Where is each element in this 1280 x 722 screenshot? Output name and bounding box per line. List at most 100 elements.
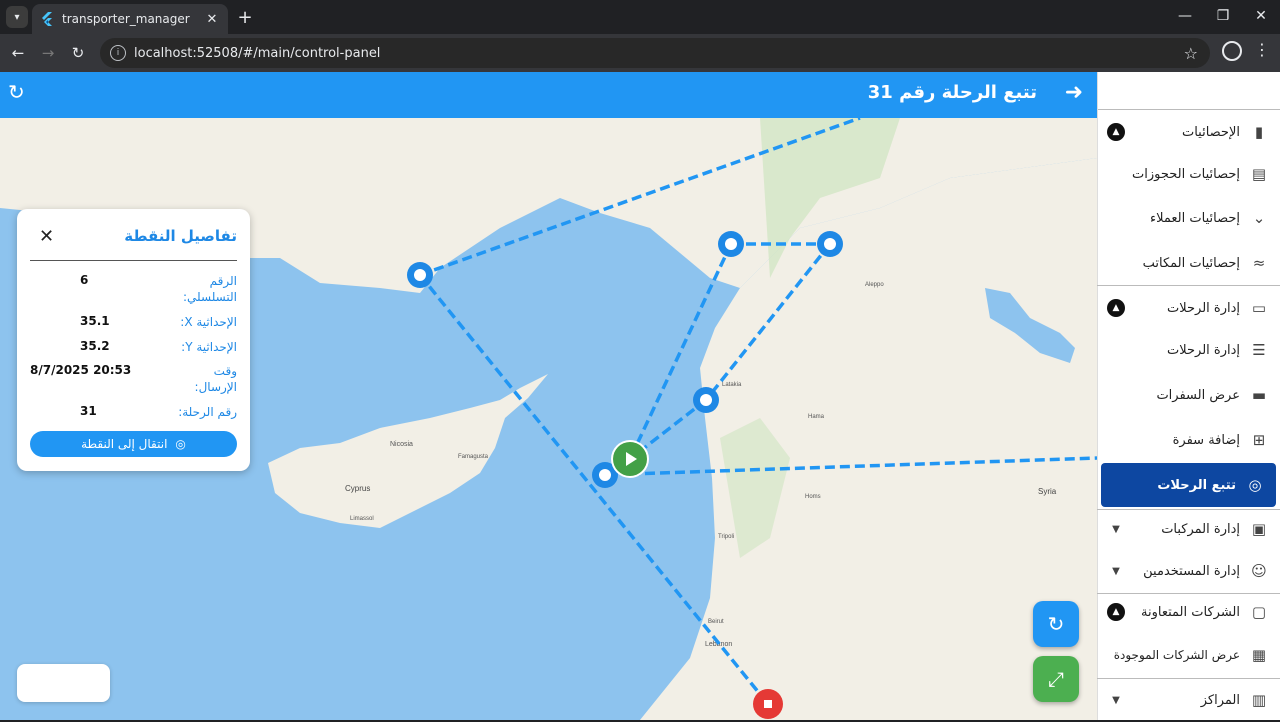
url-text[interactable]: localhost:52508/#/main/control-panel — [134, 46, 1184, 61]
stop-marker[interactable] — [753, 689, 783, 719]
building-icon: ▥ — [1251, 691, 1267, 709]
close-icon[interactable]: ✕ — [39, 226, 54, 247]
profile-icon[interactable] — [1222, 41, 1242, 61]
chevron-up-icon[interactable]: ▲ — [1107, 123, 1125, 141]
sidebar-item-centers[interactable]: ▥ المراكز ▼ — [1097, 678, 1280, 722]
map-label-aleppo: Aleppo — [865, 282, 884, 288]
map-label-limassol: Limassol — [350, 516, 374, 522]
map-label-latakia: Latakia — [722, 382, 742, 388]
refresh-icon[interactable]: ↻ — [8, 80, 25, 104]
map-label-tripoli: Tripoli — [718, 534, 734, 540]
users-icon: ☺ — [1251, 562, 1267, 580]
sidebar-item-label: تتبع الرحلات — [1157, 477, 1236, 493]
sidebar-item-label: إدارة المستخدمين — [1143, 563, 1240, 579]
map-label-cyprus: Cyprus — [345, 484, 370, 493]
sidebar-item-label: إحصائيات المكاتب — [1142, 255, 1240, 271]
fit-bounds-fab[interactable]: ⤢ — [1033, 656, 1079, 702]
trend-alt-icon: ≈ — [1252, 254, 1266, 272]
detail-value: 6 — [80, 273, 89, 287]
waypoint-marker[interactable] — [407, 262, 433, 288]
waypoint-marker[interactable] — [718, 231, 744, 257]
forward-button[interactable]: → — [36, 41, 60, 65]
sidebar-item-office-stats[interactable]: ≈ إحصائيات المكاتب — [1097, 241, 1280, 285]
detail-row: رقم الرحلة: 31 — [30, 404, 237, 420]
site-info-icon[interactable]: i — [110, 45, 126, 61]
arrow-forward-icon[interactable]: ➜ — [1065, 80, 1083, 105]
close-window-button[interactable]: ✕ — [1244, 4, 1278, 28]
new-tab-button[interactable]: + — [234, 6, 256, 28]
chevron-down-icon[interactable]: ▼ — [1107, 691, 1125, 709]
minimize-button[interactable]: — — [1168, 4, 1202, 28]
detail-row: وقت الإرسال: 20:53 8/7/2025 — [30, 363, 237, 395]
detail-value: 35.2 — [80, 339, 110, 353]
details-title: تفاصيل النقطة — [124, 227, 237, 245]
address-bar[interactable]: i localhost:52508/#/main/control-panel ☆ — [100, 38, 1210, 68]
divider — [30, 260, 237, 261]
sidebar-item-trips-list[interactable]: ☰ إدارة الرحلات — [1097, 328, 1280, 372]
sidebar-item-view-journeys[interactable]: ▬ عرض السفرات — [1097, 373, 1280, 417]
map-label-nicosia: Nicosia — [390, 441, 413, 448]
sidebar-item-label: إحصائيات العملاء — [1150, 210, 1240, 226]
list-icon: ☰ — [1252, 341, 1266, 359]
go-to-point-button[interactable]: ◎ انتقال إلى النقطة — [30, 431, 237, 457]
detail-key: وقت الإرسال: — [194, 364, 237, 395]
maximize-button[interactable]: ❐ — [1206, 4, 1240, 28]
detail-value: 35.1 — [80, 314, 110, 328]
detail-value: 20:53 8/7/2025 — [30, 363, 132, 377]
reload-button[interactable]: ↻ — [66, 41, 90, 65]
refresh-icon: ↻ — [1047, 612, 1065, 636]
sidebar-item-trips-management[interactable]: ▭ إدارة الرحلات ▲ — [1097, 286, 1280, 330]
trend-icon: ⌄ — [1252, 209, 1266, 227]
chevron-down-icon[interactable]: ▼ — [1107, 562, 1125, 580]
bar-chart-icon: ▮ — [1254, 123, 1264, 141]
map-label-famagusta: Famagusta — [458, 454, 489, 460]
map-attribution-box — [17, 664, 110, 702]
sidebar-item-users[interactable]: ☺ إدارة المستخدمين ▼ — [1097, 549, 1280, 593]
detail-key: رقم الرحلة: — [178, 405, 237, 419]
land-cyprus — [268, 374, 548, 528]
storage-icon: ▬ — [1251, 386, 1267, 404]
sidebar-item-label: الشركات المتعاونة — [1141, 604, 1240, 620]
browser-menu-icon[interactable]: ⋮ — [1254, 40, 1270, 59]
chevron-up-icon[interactable]: ▲ — [1107, 603, 1125, 621]
start-marker[interactable] — [611, 440, 649, 478]
chevron-down-icon[interactable]: ▼ — [1107, 520, 1125, 538]
vehicle-alert-icon: ▣ — [1251, 520, 1267, 538]
refresh-fab[interactable]: ↻ — [1033, 601, 1079, 647]
back-button[interactable]: ← — [6, 41, 30, 65]
sidebar: ▮ الإحصائيات ▲ ▤ إحصائيات الحجوزات ⌄ إحصائيا… — [1097, 72, 1280, 720]
sidebar-item-booking-stats[interactable]: ▤ إحصائيات الحجوزات — [1097, 152, 1280, 196]
sidebar-item-vehicles[interactable]: ▣ إدارة المركبات ▼ — [1097, 507, 1280, 551]
chart-box-icon: ▤ — [1251, 165, 1267, 183]
sidebar-item-partner-companies[interactable]: ▢ الشركات المتعاونة ▲ — [1097, 590, 1280, 634]
gps-icon: ◎ — [1248, 476, 1262, 494]
sidebar-item-label: إدارة الرحلات — [1166, 342, 1240, 358]
detail-row: الإحداثية Y: 35.2 — [30, 339, 237, 355]
map-label-syria: Syria — [1038, 487, 1057, 496]
sidebar-item-customer-stats[interactable]: ⌄ إحصائيات العملاء — [1097, 196, 1280, 240]
tab-close-icon[interactable]: ✕ — [204, 12, 220, 27]
fullscreen-icon: ⤢ — [1048, 667, 1064, 691]
browser-tab[interactable]: transporter_manager ✕ — [32, 4, 228, 34]
sidebar-item-label: عرض السفرات — [1156, 387, 1240, 403]
bookmark-star-icon[interactable]: ☆ — [1184, 44, 1198, 63]
chevron-up-icon[interactable]: ▲ — [1107, 299, 1125, 317]
tab-search-button[interactable]: ▾ — [6, 6, 28, 28]
briefcase-icon: ▢ — [1251, 603, 1267, 621]
sidebar-item-label: إدارة الرحلات — [1166, 300, 1240, 316]
detail-key: الرقم التسلسلي: — [182, 274, 237, 305]
map-label-hama: Hama — [808, 414, 825, 420]
sidebar-item-view-companies[interactable]: ▦ عرض الشركات الموجودة — [1097, 633, 1280, 677]
browser-toolbar: ← → ↻ i localhost:52508/#/main/control-p… — [0, 34, 1280, 72]
bus-icon: ▭ — [1251, 299, 1267, 317]
app-bar: تتبع الرحلة رقم 31 ➜ ↻ — [0, 72, 1097, 118]
sidebar-item-trip-tracking[interactable]: ◎ تتبع الرحلات — [1101, 463, 1276, 507]
map-label-beirut: Beirut — [708, 619, 724, 625]
sidebar-item-label: عرض الشركات الموجودة — [1113, 648, 1240, 662]
waypoint-marker[interactable] — [817, 231, 843, 257]
browser-chrome: ▾ transporter_manager ✕ + — ❐ ✕ ← → ↻ i … — [0, 0, 1280, 72]
waypoint-marker[interactable] — [693, 387, 719, 413]
sidebar-item-add-journey[interactable]: ⊞ إضافة سفرة — [1097, 418, 1280, 462]
flutter-icon — [42, 12, 52, 26]
sidebar-item-statistics[interactable]: ▮ الإحصائيات ▲ — [1097, 110, 1280, 154]
